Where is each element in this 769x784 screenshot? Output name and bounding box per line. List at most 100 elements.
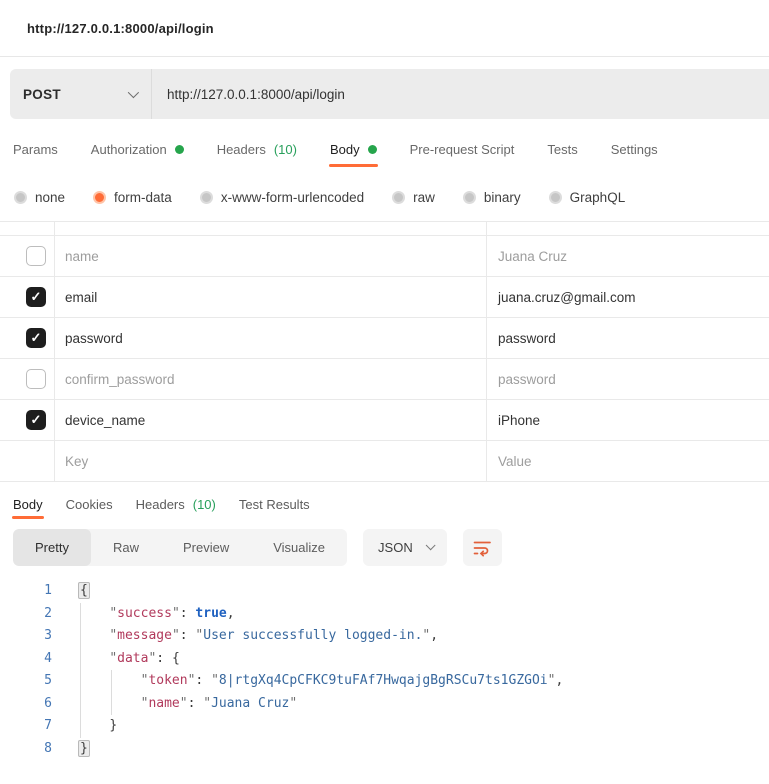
code-token: " — [171, 628, 180, 643]
body-type-binary[interactable]: binary — [462, 189, 521, 205]
table-row: name Juana Cruz — [0, 236, 769, 277]
body-type-raw[interactable]: raw — [392, 190, 435, 205]
code-line-content: "message": "User successfully logged-in.… — [78, 625, 438, 648]
radio-icon — [392, 190, 406, 204]
code-token: " — [179, 695, 188, 711]
code-token: message — [117, 628, 172, 643]
key-cell[interactable]: password — [55, 318, 487, 358]
code-line: 5 "token": "8|rtgXq4CpCFKC9tuFAf7HwqajgB… — [0, 670, 769, 693]
request-tab-tests[interactable]: Tests — [547, 142, 577, 157]
code-line: 8} — [0, 738, 769, 761]
row-checkbox-checked[interactable] — [26, 410, 46, 430]
table-row: password password — [0, 318, 769, 359]
response-tab-cookies[interactable]: Cookies — [66, 497, 113, 512]
code-token: token — [148, 673, 188, 688]
tab-count-badge: (10) — [192, 496, 216, 512]
view-mode-preview[interactable]: Preview — [161, 529, 251, 566]
checkbox-cell — [0, 359, 55, 399]
wrap-text-button[interactable] — [462, 529, 502, 566]
code-token: { — [171, 650, 180, 666]
response-format-select[interactable]: JSON — [363, 529, 447, 566]
request-tab-params[interactable]: Params — [13, 142, 58, 157]
value-text: juana.cruz@gmail.com — [498, 289, 636, 305]
checkbox-cell — [0, 400, 55, 440]
response-tab-body[interactable]: Body — [12, 497, 44, 519]
body-type-label: form-data — [114, 189, 172, 205]
key-cell[interactable]: device_name — [55, 400, 487, 440]
body-type-x-www-form-urlencoded[interactable]: x-www-form-urlencoded — [199, 189, 365, 205]
code-token: : — [179, 605, 196, 621]
body-type-graphql[interactable]: GraphQL — [548, 189, 626, 205]
response-body-pretty[interactable]: 1{2 "success": true, 3 "message": "User s… — [0, 580, 769, 760]
request-tab-label: Pre-request Script — [409, 141, 515, 157]
code-token: , — [430, 628, 439, 643]
request-title-bar: http://127.0.0.1:8000/api/login — [0, 0, 769, 57]
value-cell[interactable]: juana.cruz@gmail.com — [487, 277, 769, 317]
table-row: confirm_password password — [0, 359, 769, 400]
code-line: 4 "data": { — [0, 648, 769, 671]
key-cell[interactable]: name — [55, 236, 487, 276]
body-type-label: raw — [413, 189, 435, 205]
value-cell[interactable]: Value — [487, 441, 769, 481]
request-tab-pre-request-script[interactable]: Pre-request Script — [410, 142, 515, 157]
checkbox-cell — [0, 277, 55, 317]
code-token: : — [179, 628, 196, 643]
body-type-form-data[interactable]: form-data — [93, 190, 172, 205]
radio-icon — [548, 190, 562, 204]
value-cell[interactable]: password — [487, 359, 769, 399]
response-tabs: Body Cookies Headers (10) Test Results — [0, 491, 769, 519]
row-checkbox-unchecked[interactable] — [26, 246, 46, 266]
request-tab-headers[interactable]: Headers (10) — [217, 142, 297, 157]
line-number: 5 — [44, 673, 52, 688]
line-number: 2 — [44, 605, 52, 621]
code-token: data — [117, 650, 149, 666]
request-tab-body[interactable]: Body — [328, 142, 378, 167]
table-row: email juana.cruz@gmail.com — [0, 277, 769, 318]
value-text: Value — [498, 453, 532, 469]
code-line-content: "data": { — [78, 648, 180, 671]
key-text: device_name — [65, 412, 146, 428]
value-text: password — [498, 330, 556, 346]
request-tab-settings[interactable]: Settings — [611, 142, 658, 157]
value-cell[interactable]: password — [487, 318, 769, 358]
body-type-label: binary — [483, 189, 521, 205]
body-type-none[interactable]: none — [14, 190, 65, 205]
code-line: 2 "success": true, — [0, 603, 769, 626]
response-tab-headers[interactable]: Headers (10) — [136, 497, 216, 512]
view-mode-raw[interactable]: Raw — [91, 529, 161, 566]
code-token: , — [226, 605, 235, 621]
key-text: confirm_password — [65, 371, 175, 387]
line-number: 1 — [44, 583, 52, 598]
request-tab-authorization[interactable]: Authorization — [91, 142, 184, 157]
body-type-label: x-www-form-urlencoded — [220, 189, 365, 205]
chevron-down-icon — [425, 540, 436, 551]
indent-guide — [111, 670, 112, 715]
url-input[interactable]: http://127.0.0.1:8000/api/login — [152, 87, 769, 102]
row-checkbox-checked[interactable] — [26, 328, 46, 348]
response-tab-test-results[interactable]: Test Results — [239, 497, 310, 512]
code-token: } — [109, 718, 118, 733]
key-cell[interactable]: Key — [55, 441, 487, 481]
code-token: { — [78, 582, 90, 599]
request-tab-label: Headers — [216, 141, 266, 157]
form-data-table: name Juana Cruz email juana.cruz@gmail.com p… — [0, 221, 769, 482]
method-select[interactable]: POST — [10, 69, 151, 119]
value-cell[interactable]: iPhone — [487, 400, 769, 440]
key-cell[interactable]: email — [55, 277, 487, 317]
table-header-row — [0, 222, 769, 236]
code-line: 1{ — [0, 580, 769, 603]
value-cell[interactable]: Juana Cruz — [487, 236, 769, 276]
view-mode-visualize[interactable]: Visualize — [251, 529, 347, 566]
row-checkbox-unchecked[interactable] — [26, 369, 46, 389]
request-tab-label: Settings — [610, 141, 658, 157]
format-label: JSON — [378, 540, 413, 555]
row-checkbox-checked[interactable] — [26, 287, 46, 307]
key-cell[interactable]: confirm_password — [55, 359, 487, 399]
code-token: " — [203, 695, 212, 711]
radio-icon — [93, 190, 107, 204]
body-type-label: GraphQL — [569, 189, 626, 205]
view-mode-pretty[interactable]: Pretty — [13, 529, 91, 566]
